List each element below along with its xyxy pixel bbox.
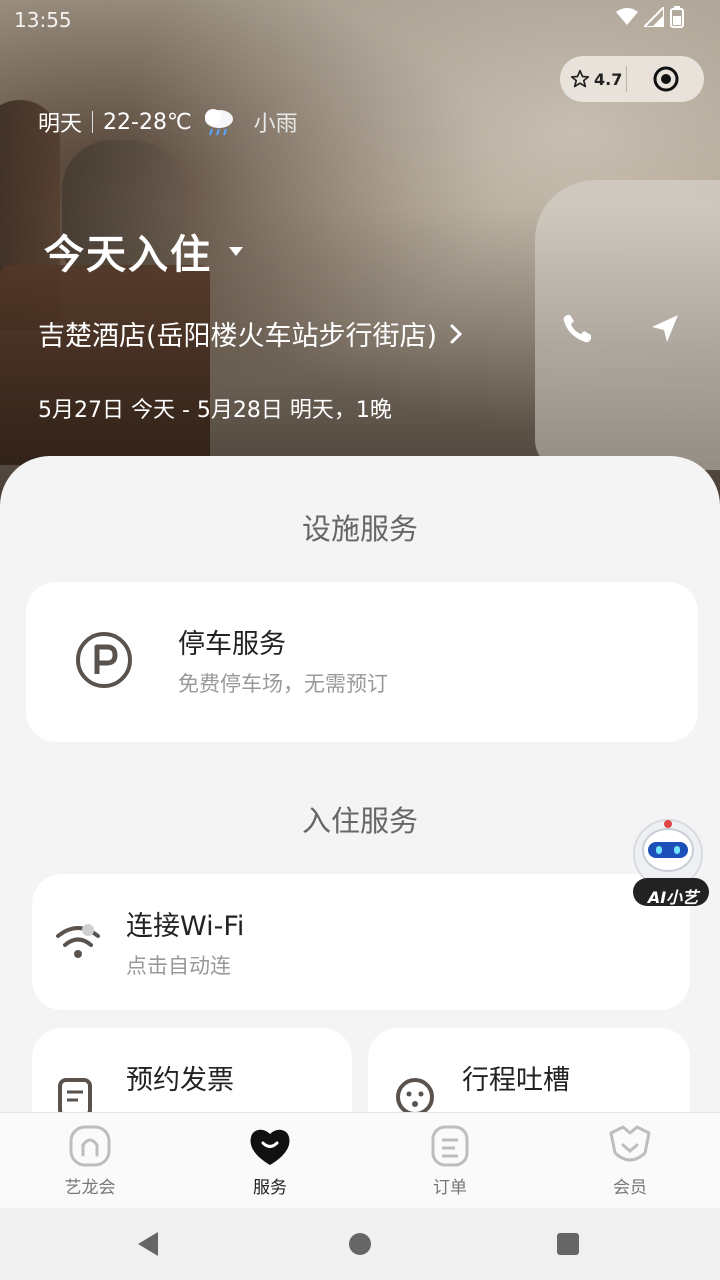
- triangle-down-icon: [229, 247, 243, 256]
- mini-program-capsule: 4.7: [560, 56, 704, 102]
- status-time: 13:55: [14, 8, 72, 32]
- ai-assistant-label: AI小艺: [647, 888, 699, 907]
- recents-square-icon[interactable]: [556, 1230, 580, 1258]
- rating-value: 4.7: [594, 69, 623, 89]
- chevron-right-icon: [450, 324, 463, 343]
- parking-subtitle: 免费停车场，无需预订: [178, 672, 388, 696]
- home-circle-icon[interactable]: [348, 1230, 372, 1258]
- navigate-arrow-icon[interactable]: [648, 312, 682, 346]
- wifi-title: 连接Wi-Fi: [126, 911, 245, 942]
- system-nav-bar: [0, 1208, 720, 1280]
- wifi-icon: [56, 924, 100, 958]
- weather-day: 明天: [38, 112, 83, 137]
- tab-label: 会员: [613, 1178, 647, 1198]
- wifi-subtitle: 点击自动连: [126, 954, 231, 978]
- home-arch-icon: [69, 1125, 111, 1167]
- parking-icon: [76, 632, 132, 688]
- signal-icon: [644, 7, 664, 27]
- phone-icon[interactable]: [560, 312, 594, 346]
- tab-label: 艺龙会: [64, 1178, 116, 1198]
- hotel-name: 吉楚酒店(岳阳楼火车站步行街店): [38, 321, 438, 352]
- bottom-tab-bar: 艺龙会 服务 订单 会员: [0, 1112, 720, 1209]
- facility-section-title: 设施服务: [301, 512, 418, 546]
- heart-smile-icon: [250, 1129, 290, 1165]
- back-icon[interactable]: [136, 1230, 162, 1258]
- invoice-icon: [58, 1078, 92, 1116]
- close-program-button[interactable]: [627, 65, 704, 93]
- checkin-selector[interactable]: 今天入住: [44, 222, 244, 280]
- tab-label: 订单: [433, 1178, 467, 1198]
- cloud-rain-icon: [204, 109, 233, 136]
- parking-card[interactable]: 停车服务 免费停车场，无需预订: [26, 582, 698, 742]
- invoice-title: 预约发票: [126, 1065, 234, 1096]
- member-shield-icon: [609, 1125, 651, 1162]
- wifi-status-icon: [616, 8, 638, 25]
- tab-member[interactable]: 会员: [540, 1113, 720, 1209]
- status-icons: [616, 6, 684, 28]
- tab-services[interactable]: 服务: [180, 1113, 360, 1209]
- checkin-section-title: 入住服务: [301, 804, 418, 838]
- feedback-title: 行程吐槽: [462, 1065, 570, 1096]
- tab-label: 服务: [253, 1178, 287, 1198]
- status-bar: 13:55: [0, 0, 720, 36]
- invoice-card[interactable]: 预约发票: [32, 1028, 352, 1116]
- rating-button[interactable]: 4.7: [560, 69, 626, 89]
- checkin-title: 今天入住: [44, 232, 212, 278]
- wifi-card[interactable]: 连接Wi-Fi 点击自动连: [32, 874, 690, 1010]
- weather-row: 明天 22-28℃ 小雨: [38, 106, 298, 138]
- tab-elong-club[interactable]: 艺龙会: [0, 1113, 180, 1209]
- ai-assistant-button[interactable]: AI小艺: [628, 818, 712, 910]
- star-outline-icon: [570, 69, 590, 88]
- weather-divider: [92, 111, 94, 133]
- weather-temp: 22-28℃: [103, 109, 192, 135]
- hotel-actions: [560, 312, 682, 346]
- order-list-icon: [431, 1125, 469, 1167]
- battery-icon: [670, 6, 684, 28]
- service-sheet: 设施服务 停车服务 免费停车场，无需预订 入住服务 连接Wi-Fi 点击自动连 …: [0, 456, 720, 1116]
- stay-dates: 5月27日 今天 - 5月28日 明天，1晚: [38, 398, 392, 423]
- feedback-card[interactable]: 行程吐槽: [368, 1028, 690, 1116]
- target-icon: [653, 66, 679, 92]
- feedback-face-icon: [396, 1078, 434, 1116]
- parking-title: 停车服务: [178, 629, 286, 660]
- tab-orders[interactable]: 订单: [360, 1113, 540, 1209]
- hotel-name-link[interactable]: 吉楚酒店(岳阳楼火车站步行街店): [38, 314, 463, 353]
- weather-condition: 小雨: [253, 112, 298, 137]
